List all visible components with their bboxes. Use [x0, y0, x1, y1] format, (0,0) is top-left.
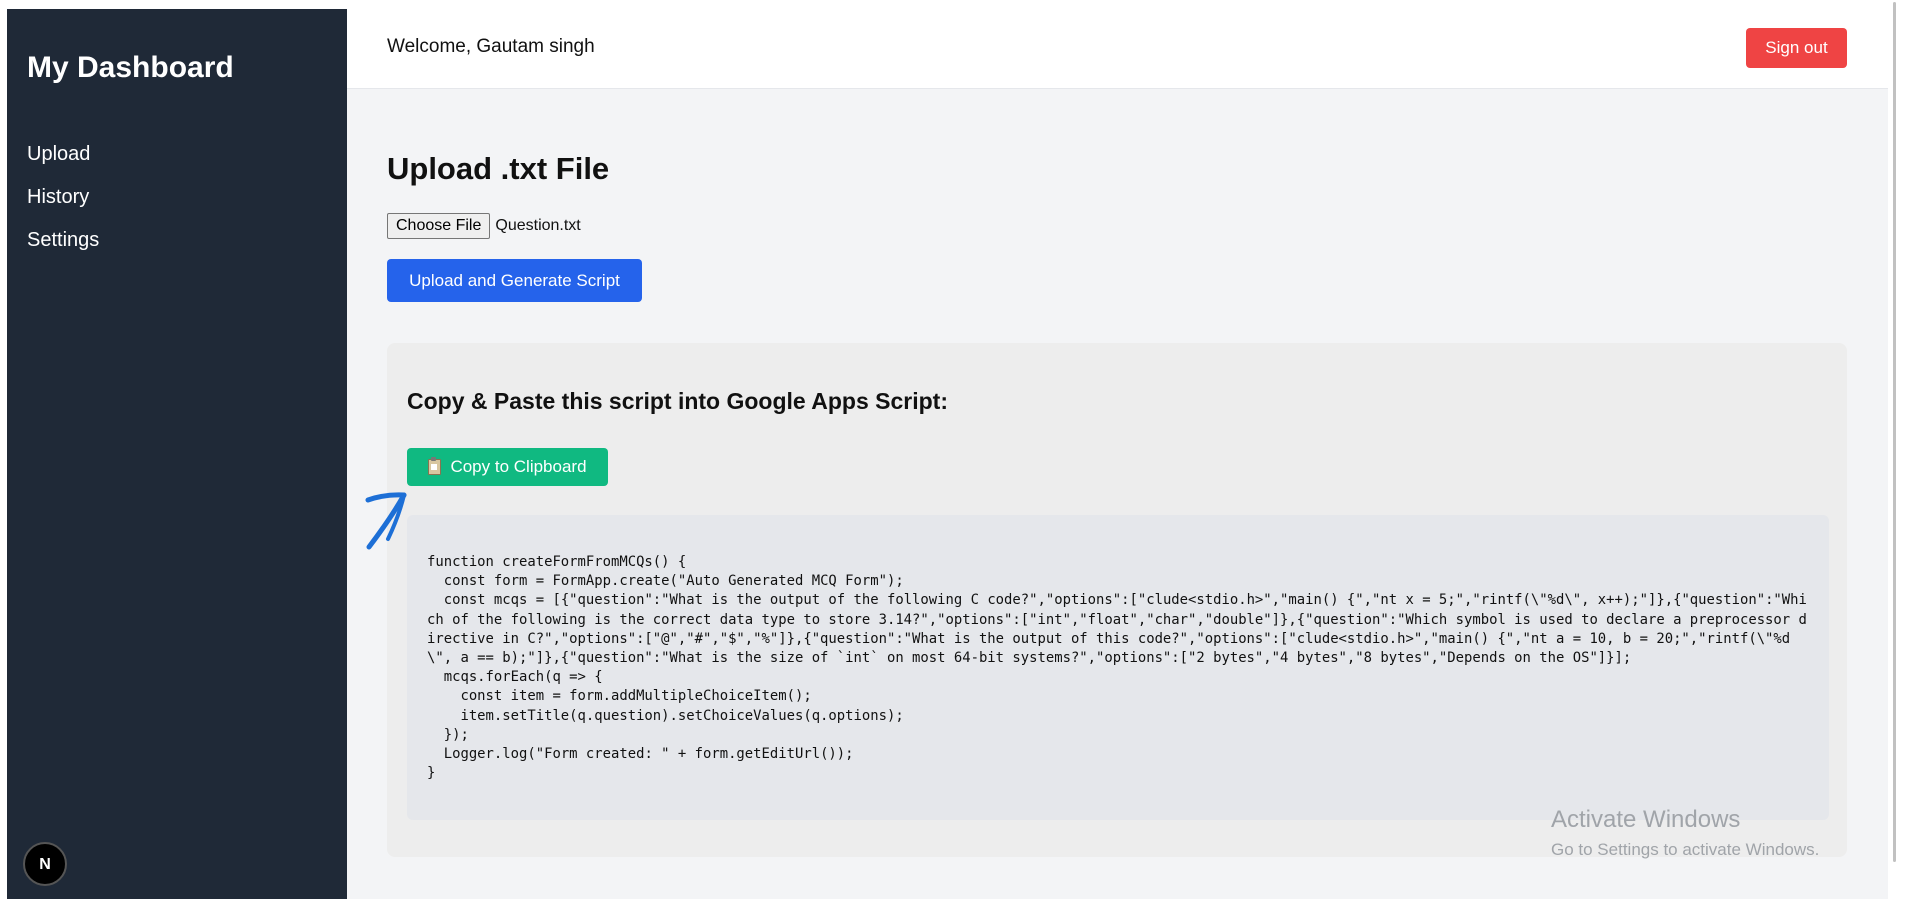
main-content: Upload .txt File Choose File Question.tx… — [347, 89, 1888, 899]
activate-windows-title: Activate Windows — [1551, 806, 1741, 833]
selected-file-name: Question.txt — [495, 217, 581, 234]
scrollbar-thumb[interactable] — [1893, 2, 1896, 862]
script-panel-heading: Copy & Paste this script into Google App… — [407, 388, 948, 414]
copy-button-label: Copy to Clipboard — [450, 457, 587, 476]
activate-windows-subtitle: Go to Settings to activate Windows. — [1551, 840, 1820, 859]
brand-title: My Dashboard — [27, 51, 234, 84]
script-panel: Copy & Paste this script into Google App… — [387, 343, 1847, 857]
clipboard-icon — [428, 457, 442, 475]
activate-windows-watermark: Activate Windows Go to Settings to activ… — [1551, 806, 1819, 860]
welcome-text: Welcome, Gautam singh — [387, 36, 595, 57]
generated-script-code[interactable]: function createFormFromMCQs() { const fo… — [427, 553, 1810, 783]
upload-generate-button[interactable]: Upload and Generate Script — [387, 259, 642, 302]
svg-text:N: N — [39, 856, 51, 873]
sidebar-item-settings[interactable]: Settings — [27, 219, 99, 262]
copy-to-clipboard-button[interactable]: Copy to Clipboard — [407, 448, 608, 486]
sidebar: My Dashboard Upload History Settings N — [7, 9, 347, 899]
file-input-row: Choose File Question.txt — [387, 213, 581, 239]
n-logo-icon: N — [39, 856, 51, 873]
sidebar-nav: Upload History Settings — [27, 133, 99, 262]
annotation-arrow-icon — [365, 492, 407, 550]
sidebar-item-history[interactable]: History — [27, 176, 99, 219]
choose-file-button[interactable]: Choose File — [387, 213, 491, 239]
top-header: Welcome, Gautam singh Sign out — [347, 0, 1888, 89]
code-block[interactable]: function createFormFromMCQs() { const fo… — [407, 515, 1829, 820]
sign-out-button[interactable]: Sign out — [1746, 28, 1847, 68]
page-scrollbar[interactable] — [1888, 0, 1910, 899]
window-edge — [0, 0, 7, 899]
next-dev-tools-button[interactable]: N — [23, 842, 67, 886]
sidebar-item-upload[interactable]: Upload — [27, 133, 99, 176]
page-title: Upload .txt File — [387, 151, 610, 186]
